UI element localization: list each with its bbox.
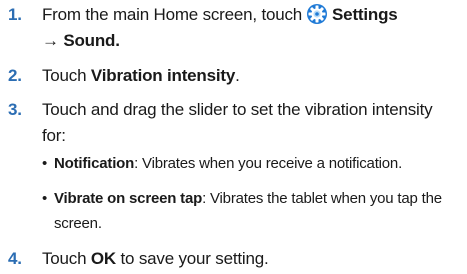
step-body: From the main Home screen, touch Setting… [42,2,462,54]
sound-label: → Sound. [42,31,120,50]
step-text: Touch [42,249,87,268]
bullet-notification: • Notification: Vibrates when you receive… [42,152,462,176]
bullet-label: Vibrate on screen tap [54,190,203,207]
step-text-end: to save your setting. [116,249,269,268]
vibration-intensity-label: Vibration intensity [90,66,236,85]
step-body: Touch OK to save your setting. [42,246,462,272]
bullet-continuation: screen. [54,215,102,232]
step-text: Touch [42,66,87,85]
step-number: 1. [8,5,22,24]
step-line: → Sound. [42,28,462,54]
instruction-document: 1. From the main Home screen, touch Sett… [0,0,467,274]
step-number: 4. [8,249,22,268]
step-number: 2. [8,66,22,85]
bullet-label: Notification [54,155,135,172]
step-line: Touch and drag the slider to set the vib… [42,100,433,119]
step-line: for: [42,126,66,145]
bullet-vibrate-on-screen-tap: • Vibrate on screen tap: Vibrates the tab… [42,187,462,211]
step-text-end: . [235,66,240,85]
step-line: Touch Vibration intensity. [42,63,462,89]
step-number: 3. [8,100,22,119]
ok-label: OK [90,249,117,268]
settings-label: Settings [332,5,398,24]
step-line: From the main Home screen, touch Setting… [42,2,462,28]
step-text: From the main Home screen, touch [42,5,303,24]
settings-gear-icon [306,3,328,25]
bullet-text: : Vibrates the tablet when you tap the [202,190,442,207]
bullet-text: : Vibrates when you receive a notificati… [134,155,403,172]
step-body: Touch Vibration intensity. [42,63,462,89]
bullet-dot: • [42,190,48,207]
step-line: Touch OK to save your setting. [42,246,462,272]
bullet-dot: • [42,155,48,172]
step-body: Touch and drag the slider to set the vib… [42,97,462,149]
